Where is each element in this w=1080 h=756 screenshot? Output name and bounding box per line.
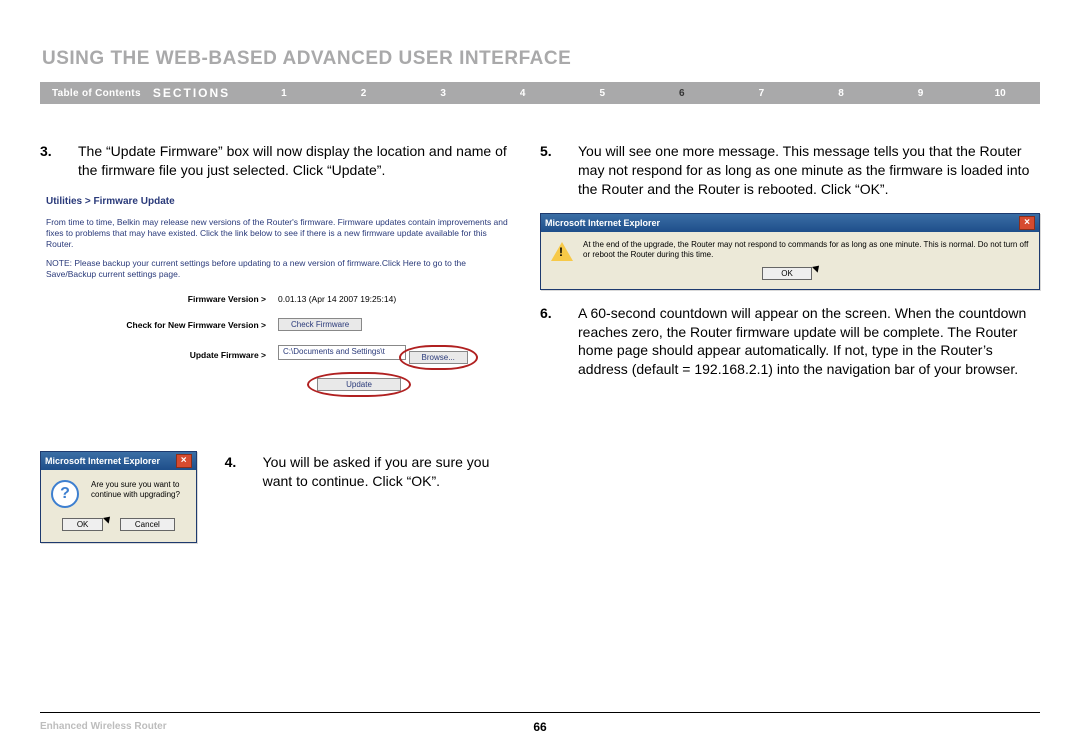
check-firmware-button[interactable]: Check Firmware: [278, 318, 362, 331]
step-text: You will see one more message. This mess…: [578, 142, 1040, 199]
page-heading: USING THE WEB-BASED ADVANCED USER INTERF…: [42, 48, 1040, 70]
section-link-1[interactable]: 1: [244, 88, 324, 99]
close-icon[interactable]: ×: [176, 454, 192, 468]
firmware-version-label: Firmware Version >: [46, 294, 278, 304]
section-link-10[interactable]: 10: [960, 88, 1040, 99]
section-link-7[interactable]: 7: [722, 88, 802, 99]
toc-link[interactable]: Table of Contents: [40, 88, 153, 99]
step-number: 3.: [40, 142, 78, 180]
update-button[interactable]: Update: [317, 378, 401, 391]
check-firmware-label: Check for New Firmware Version >: [46, 320, 278, 330]
dialog-title: Microsoft Internet Explorer: [545, 218, 660, 228]
step-number: 4.: [225, 453, 263, 491]
product-name: Enhanced Wireless Router: [40, 721, 167, 732]
step-text: The “Update Firmware” box will now displ…: [78, 142, 512, 180]
section-link-3[interactable]: 3: [403, 88, 483, 99]
warning-icon: [551, 242, 573, 261]
dialog-message: Are you sure you want to continue with u…: [91, 480, 186, 500]
section-link-2[interactable]: 2: [324, 88, 404, 99]
dialog-title: Microsoft Internet Explorer: [45, 456, 160, 466]
step-text: You will be asked if you are sure you wa…: [263, 453, 512, 491]
confirm-upgrade-dialog: Microsoft Internet Explorer × ? Are you …: [40, 451, 197, 543]
page-footer: Enhanced Wireless Router 66: [40, 712, 1040, 732]
section-nav: Table of Contents SECTIONS 1 2 3 4 5 6 7…: [40, 82, 1040, 104]
browse-button[interactable]: Browse...: [409, 351, 468, 364]
close-icon[interactable]: ×: [1019, 216, 1035, 230]
ok-button[interactable]: OK: [762, 267, 812, 280]
page-number: 66: [533, 720, 546, 734]
step-5: 5. You will see one more message. This m…: [540, 142, 1040, 199]
right-column: 5. You will see one more message. This m…: [540, 142, 1040, 543]
breadcrumb: Utilities > Firmware Update: [46, 196, 512, 207]
cursor-icon: [812, 267, 822, 281]
section-link-8[interactable]: 8: [801, 88, 881, 99]
step-text: A 60-second countdown will appear on the…: [578, 304, 1040, 380]
step-4: 4. You will be asked if you are sure you…: [225, 453, 512, 491]
firmware-version-value: 0.01.13 (Apr 14 2007 19:25:14): [278, 294, 396, 304]
section-link-4[interactable]: 4: [483, 88, 563, 99]
panel-note: NOTE: Please backup your current setting…: [46, 258, 512, 280]
section-link-5[interactable]: 5: [562, 88, 642, 99]
step-3: 3. The “Update Firmware” box will now di…: [40, 142, 512, 180]
firmware-update-panel: Utilities > Firmware Update From time to…: [46, 196, 512, 391]
question-icon: ?: [51, 480, 79, 508]
step-number: 6.: [540, 304, 578, 380]
step-6: 6. A 60-second countdown will appear on …: [540, 304, 1040, 380]
panel-description: From time to time, Belkin may release ne…: [46, 217, 512, 250]
update-firmware-label: Update Firmware >: [46, 350, 278, 360]
step-number: 5.: [540, 142, 578, 199]
dialog-message: At the end of the upgrade, the Router ma…: [583, 240, 1029, 260]
sections-label: SECTIONS: [153, 86, 244, 100]
section-link-9[interactable]: 9: [881, 88, 961, 99]
cursor-icon: [103, 518, 113, 532]
section-link-6[interactable]: 6: [642, 88, 722, 99]
cancel-button[interactable]: Cancel: [120, 518, 175, 531]
firmware-path-input[interactable]: C:\Documents and Settings\t: [278, 345, 406, 360]
ok-button[interactable]: OK: [62, 518, 104, 531]
upgrade-warning-dialog: Microsoft Internet Explorer × At the end…: [540, 213, 1040, 290]
left-column: 3. The “Update Firmware” box will now di…: [40, 142, 512, 543]
